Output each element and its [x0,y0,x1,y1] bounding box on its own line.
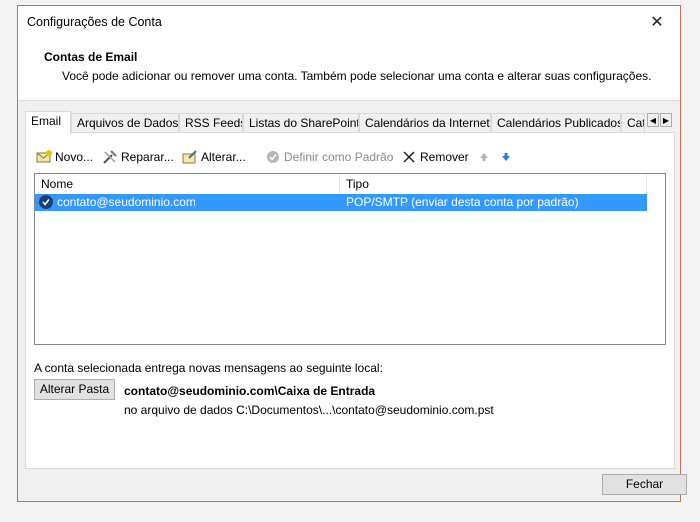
account-toolbar: Novo... Reparar... Alterar... Definir co… [36,149,656,167]
account-settings-window: Configurações de Conta ✕ Contas de Email… [17,5,687,502]
header-description: Você pode adicionar ou remover uma conta… [62,69,652,83]
new-account-button[interactable]: Novo... [36,149,93,165]
tab-data-files[interactable]: Arquivos de Dados [71,113,179,132]
new-account-label: Novo... [55,150,94,164]
account-name: contato@seudominio.com [57,195,196,209]
arrow-down-icon [498,149,514,165]
tab-scroll-left-icon[interactable]: ◀ [647,113,659,127]
account-type: POP/SMTP (enviar desta conta por padrão) [346,195,579,209]
tab-email[interactable]: Email [25,111,71,134]
delivery-folder-path: contato@seudominio.com\Caixa de Entrada [124,384,376,398]
column-header-type[interactable]: Tipo [340,174,647,194]
title-bar: Configurações de Conta ✕ [18,6,680,38]
new-mail-icon [36,149,52,165]
dialog-header: Contas de Email Você pode adicionar ou r… [18,38,680,101]
remove-x-icon [401,149,417,165]
tab-address-books[interactable]: Catálogos de Endereços [621,113,645,132]
tab-rss-feeds[interactable]: RSS Feeds [179,113,243,132]
column-header-name[interactable]: Nome [35,174,340,194]
move-down-button[interactable] [498,149,514,165]
delivery-location-label: A conta selecionada entrega novas mensag… [34,361,383,375]
account-row[interactable]: contato@seudominio.com POP/SMTP (enviar … [35,194,647,211]
check-circle-icon [265,149,281,165]
tools-icon [102,149,118,165]
account-list[interactable]: Nome Tipo contato@seudominio.com POP/SMT… [34,173,666,345]
edit-account-icon [182,149,198,165]
tab-published-calendars[interactable]: Calendários Publicados [491,113,621,132]
default-account-check-icon [39,195,53,209]
tab-internet-calendars[interactable]: Calendários da Internet [359,113,491,132]
change-label: Alterar... [201,150,246,164]
repair-label: Reparar... [121,150,174,164]
change-button[interactable]: Alterar... [182,149,246,165]
close-icon[interactable]: ✕ [634,6,680,38]
set-default-button[interactable]: Definir como Padrão [265,149,393,165]
arrow-up-icon [476,149,492,165]
remove-button[interactable]: Remover [401,149,469,165]
close-button[interactable]: Fechar [602,474,687,495]
repair-button[interactable]: Reparar... [102,149,174,165]
tab-strip: Email Arquivos de Dados RSS Feeds Listas… [25,111,675,134]
tab-scroll-right-icon[interactable]: ▶ [660,113,672,127]
tab-sharepoint-lists[interactable]: Listas do SharePoint [243,113,359,132]
move-up-button[interactable] [476,149,492,165]
window-title: Configurações de Conta [27,15,162,29]
email-tab-panel: Novo... Reparar... Alterar... Definir co… [25,132,675,469]
remove-label: Remover [420,150,469,164]
delivery-data-file: no arquivo de dados C:\Documentos\...\co… [124,403,494,417]
change-folder-button[interactable]: Alterar Pasta [34,379,115,400]
set-default-label: Definir como Padrão [284,150,394,164]
header-title: Contas de Email [44,50,138,64]
